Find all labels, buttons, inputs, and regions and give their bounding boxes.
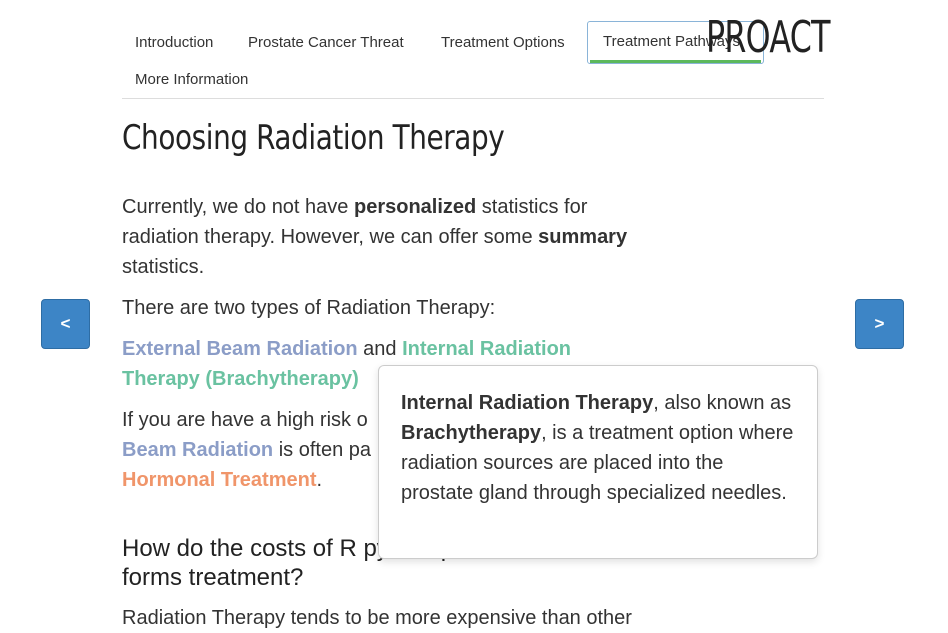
previous-button[interactable]: <: [41, 299, 90, 349]
next-button[interactable]: >: [855, 299, 904, 349]
popover-term: Internal Radiation Therapy: [401, 392, 654, 414]
popover-term-alt: Brachytherapy: [401, 422, 542, 444]
nav-more-information[interactable]: More Information: [135, 70, 248, 90]
risk-text-1: If you are have a high risk o: [122, 409, 368, 431]
intro-text-1: Currently, we do not have: [122, 196, 354, 218]
beam-radiation-link[interactable]: Beam Radiation: [122, 439, 273, 461]
brand-logo: PROACT: [706, 12, 830, 63]
popover-text-1: , also known as: [653, 392, 792, 414]
risk-paragraph: If you are have a high risk o Beam Radia…: [122, 405, 382, 495]
nav-prostate-cancer-threat[interactable]: Prostate Cancer Threat: [248, 33, 404, 53]
intro-bold-summary: summary: [538, 226, 628, 248]
external-beam-link[interactable]: External Beam Radiation: [122, 338, 358, 360]
types-and: and: [357, 338, 403, 360]
hormonal-treatment-link[interactable]: Hormonal Treatment: [122, 469, 316, 491]
nav-treatment-options[interactable]: Treatment Options: [441, 33, 565, 53]
intro-paragraph: Currently, we do not have personalized s…: [122, 192, 662, 282]
nav-introduction[interactable]: Introduction: [135, 33, 213, 53]
types-intro: There are two types of Radiation Therapy…: [122, 297, 496, 319]
costs-paragraph: Radiation Therapy tends to be more expen…: [122, 607, 632, 629]
intro-bold-personalized: personalized: [353, 196, 477, 218]
risk-text-2: is often pa: [273, 439, 371, 461]
brachytherapy-popover: Internal Radiation Therapy, also known a…: [378, 365, 818, 559]
intro-text-3: statistics.: [122, 256, 205, 278]
page-title: Choosing Radiation Therapy: [122, 118, 505, 158]
risk-text-3: .: [316, 469, 323, 491]
